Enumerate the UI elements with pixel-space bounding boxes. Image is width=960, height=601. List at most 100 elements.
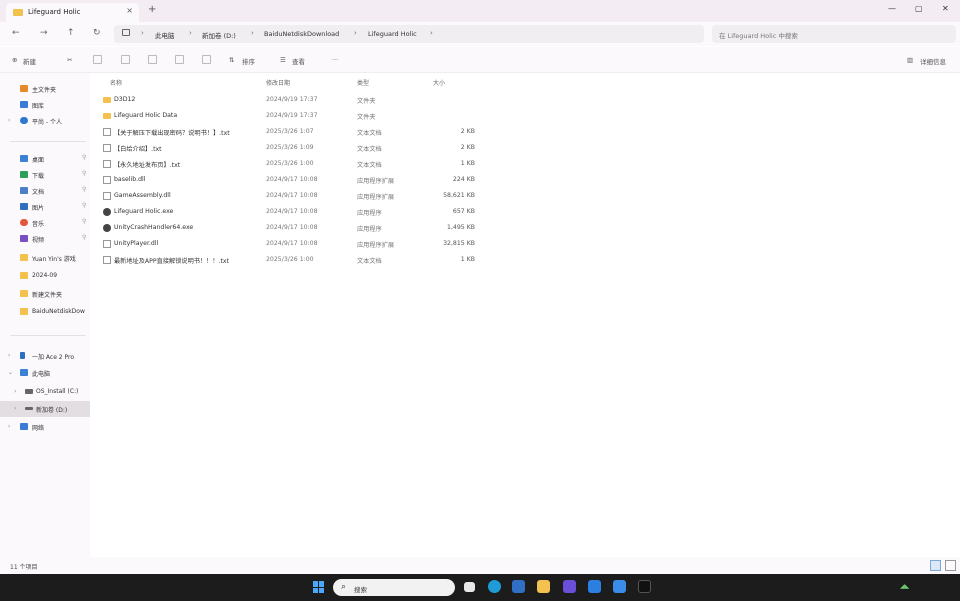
close-window-button[interactable]: ✕ (942, 4, 949, 13)
column-header-size[interactable]: 大小 (433, 78, 445, 87)
file-row[interactable]: Lifeguard Holic.exe 2024/9/17 10:08 应用程序… (97, 204, 482, 220)
store-icon[interactable] (512, 580, 525, 593)
file-type: 应用程序扩展 (357, 178, 395, 185)
minimize-button[interactable]: — (888, 4, 896, 13)
pin-icon[interactable]: ⚲ (82, 218, 86, 225)
command-bar: ⊕ 新建 ✂ ⇅ 排序 ☰ 查看 ··· ▥ 详细信息 (0, 47, 960, 73)
file-row[interactable]: 【白给介绍】.txt 2025/3/26 1:09 文本文档 2 KB (97, 140, 482, 156)
view-button[interactable]: 查看 (292, 56, 305, 66)
sidebar-item-2024-09[interactable]: 2024-09 (0, 268, 90, 284)
pin-icon[interactable]: ⚲ (82, 154, 86, 161)
sidebar-item-videos[interactable]: 视频 ⚲ (0, 231, 90, 247)
sidebar-item-new-folder[interactable]: 新建文件夹 (0, 286, 90, 302)
file-row[interactable]: 【关于解压下载出现密码？说明书！】.txt 2025/3/26 1:07 文本文… (97, 124, 482, 140)
sidebar-item-games-folder[interactable]: Yuan Yin's 游戏 (0, 250, 90, 266)
sidebar-item-documents[interactable]: 文档 ⚲ (0, 183, 90, 199)
back-button[interactable]: ← (12, 28, 20, 38)
file-row[interactable]: GameAssembly.dll 2024/9/17 10:08 应用程序扩展 … (97, 188, 482, 204)
tiles-view-button[interactable] (945, 560, 956, 571)
app-icon[interactable] (563, 580, 576, 593)
column-header-name[interactable]: 名称 (110, 78, 122, 87)
file-row[interactable]: D3D12 2024/9/19 17:37 文件夹 (97, 92, 482, 108)
pin-icon[interactable]: ⚲ (82, 202, 86, 209)
chevron-right-icon[interactable]: › (8, 117, 10, 124)
drive-icon (25, 407, 33, 410)
new-button[interactable]: 新建 (23, 56, 36, 66)
delete-icon[interactable] (202, 55, 211, 64)
tray-icon[interactable]: ◢◣ (900, 583, 909, 590)
sidebar-item-gallery[interactable]: 图库 (0, 97, 90, 113)
chevron-right-icon[interactable]: › (8, 423, 10, 430)
breadcrumb-lifeguard-holic[interactable]: Lifeguard Holic (368, 30, 417, 38)
sidebar-item-drive-c[interactable]: › OS_Install (C:) (0, 384, 90, 400)
chevron-right-icon[interactable]: › (14, 405, 16, 412)
pin-icon[interactable]: ⚲ (82, 170, 86, 177)
details-view-button[interactable] (930, 560, 941, 571)
rename-icon[interactable] (148, 55, 157, 64)
sort-icon: ⇅ (229, 56, 235, 64)
sidebar-item-phone[interactable]: › 一加 Ace 2 Pro (0, 348, 90, 364)
copy-icon[interactable] (93, 55, 102, 64)
sidebar-item-label: OS_Install (C:) (36, 388, 79, 395)
details-button[interactable]: 详细信息 (920, 56, 946, 66)
sidebar-item-label: 一加 Ace 2 Pro (32, 354, 75, 361)
new-plus-icon: ⊕ (12, 56, 18, 64)
file-date: 2024/9/17 10:08 (266, 208, 318, 215)
file-row[interactable]: 【永久地址发布页】.txt 2025/3/26 1:00 文本文档 1 KB (97, 156, 482, 172)
search-input[interactable]: 在 Lifeguard Holic 中搜索 (712, 25, 956, 43)
chevron-down-icon[interactable]: ⌄ (8, 369, 13, 376)
file-row[interactable]: Lifeguard Holic Data 2024/9/19 17:37 文件夹 (97, 108, 482, 124)
sidebar-item-music[interactable]: 音乐 ⚲ (0, 215, 90, 231)
more-button[interactable]: ··· (332, 56, 338, 64)
file-size: 657 KB (452, 208, 475, 215)
pin-icon[interactable]: ⚲ (82, 234, 86, 241)
taskbar-search[interactable]: ⌕ 搜索 (333, 579, 455, 596)
refresh-button[interactable]: ↻ (93, 28, 101, 38)
close-tab-icon[interactable]: × (126, 6, 133, 15)
breadcrumb-this-pc[interactable]: 此电脑 (155, 30, 175, 40)
breadcrumb[interactable]: › 此电脑 › 新加卷 (D:) › BaiduNetdiskDownload … (114, 25, 704, 43)
chevron-right-icon[interactable]: › (14, 388, 16, 395)
edge-icon[interactable] (488, 580, 501, 593)
tiktok-icon[interactable] (638, 580, 651, 593)
tab-lifeguard-holic[interactable]: Lifeguard Holic × (6, 3, 139, 22)
app-icon[interactable] (588, 580, 601, 593)
column-header-date[interactable]: 修改日期 (266, 78, 290, 87)
sidebar-item-onedrive[interactable]: › 平尚 - 个人 (0, 113, 90, 129)
maximize-button[interactable]: ▢ (915, 4, 923, 13)
file-row[interactable]: baselib.dll 2024/9/17 10:08 应用程序扩展 224 K… (97, 172, 482, 188)
sort-button[interactable]: 排序 (242, 56, 255, 66)
app-icon[interactable] (613, 580, 626, 593)
breadcrumb-drive-d[interactable]: 新加卷 (D:) (202, 30, 236, 40)
task-view-icon[interactable] (464, 582, 475, 592)
sidebar-item-drive-d[interactable]: › 新加卷 (D:) (0, 401, 90, 417)
file-type: 文件夹 (357, 114, 376, 121)
windows-start-icon[interactable] (313, 581, 325, 593)
share-icon[interactable] (175, 55, 184, 64)
sidebar-item-this-pc[interactable]: ⌄ 此电脑 (0, 365, 90, 381)
sidebar-item-label: 文档 (32, 189, 45, 196)
sidebar-item-home[interactable]: 主文件夹 (0, 81, 90, 97)
breadcrumb-baidu-download[interactable]: BaiduNetdiskDownload (264, 30, 339, 38)
sidebar-item-baidu-download[interactable]: BaiduNetdiskDow (0, 304, 90, 320)
sidebar-item-pictures[interactable]: 图片 ⚲ (0, 199, 90, 215)
forward-button[interactable]: → (40, 28, 48, 38)
paste-icon[interactable] (121, 55, 130, 64)
file-row[interactable]: UnityPlayer.dll 2024/9/17 10:08 应用程序扩展 3… (97, 236, 482, 252)
up-button[interactable]: ↑ (67, 28, 75, 38)
pin-icon[interactable]: ⚲ (82, 186, 86, 193)
file-row[interactable]: 最新地址及APP直接解锁说明书！！！.txt 2025/3/26 1:00 文本… (97, 252, 482, 268)
chevron-right-icon[interactable]: › (8, 352, 10, 359)
file-explorer-icon[interactable] (537, 580, 550, 593)
file-type: 文本文档 (357, 162, 382, 169)
column-header-type[interactable]: 类型 (357, 78, 369, 87)
file-row[interactable]: UnityCrashHandler64.exe 2024/9/17 10:08 … (97, 220, 482, 236)
search-icon: ⌕ (341, 582, 347, 592)
cut-icon[interactable]: ✂ (67, 56, 72, 64)
sidebar-item-downloads[interactable]: 下载 ⚲ (0, 167, 90, 183)
sidebar-item-desktop[interactable]: 桌面 ⚲ (0, 151, 90, 167)
new-tab-button[interactable]: + (148, 4, 156, 15)
music-icon (20, 219, 28, 226)
sidebar-item-network[interactable]: › 网络 (0, 419, 90, 435)
folder-icon (20, 254, 28, 261)
